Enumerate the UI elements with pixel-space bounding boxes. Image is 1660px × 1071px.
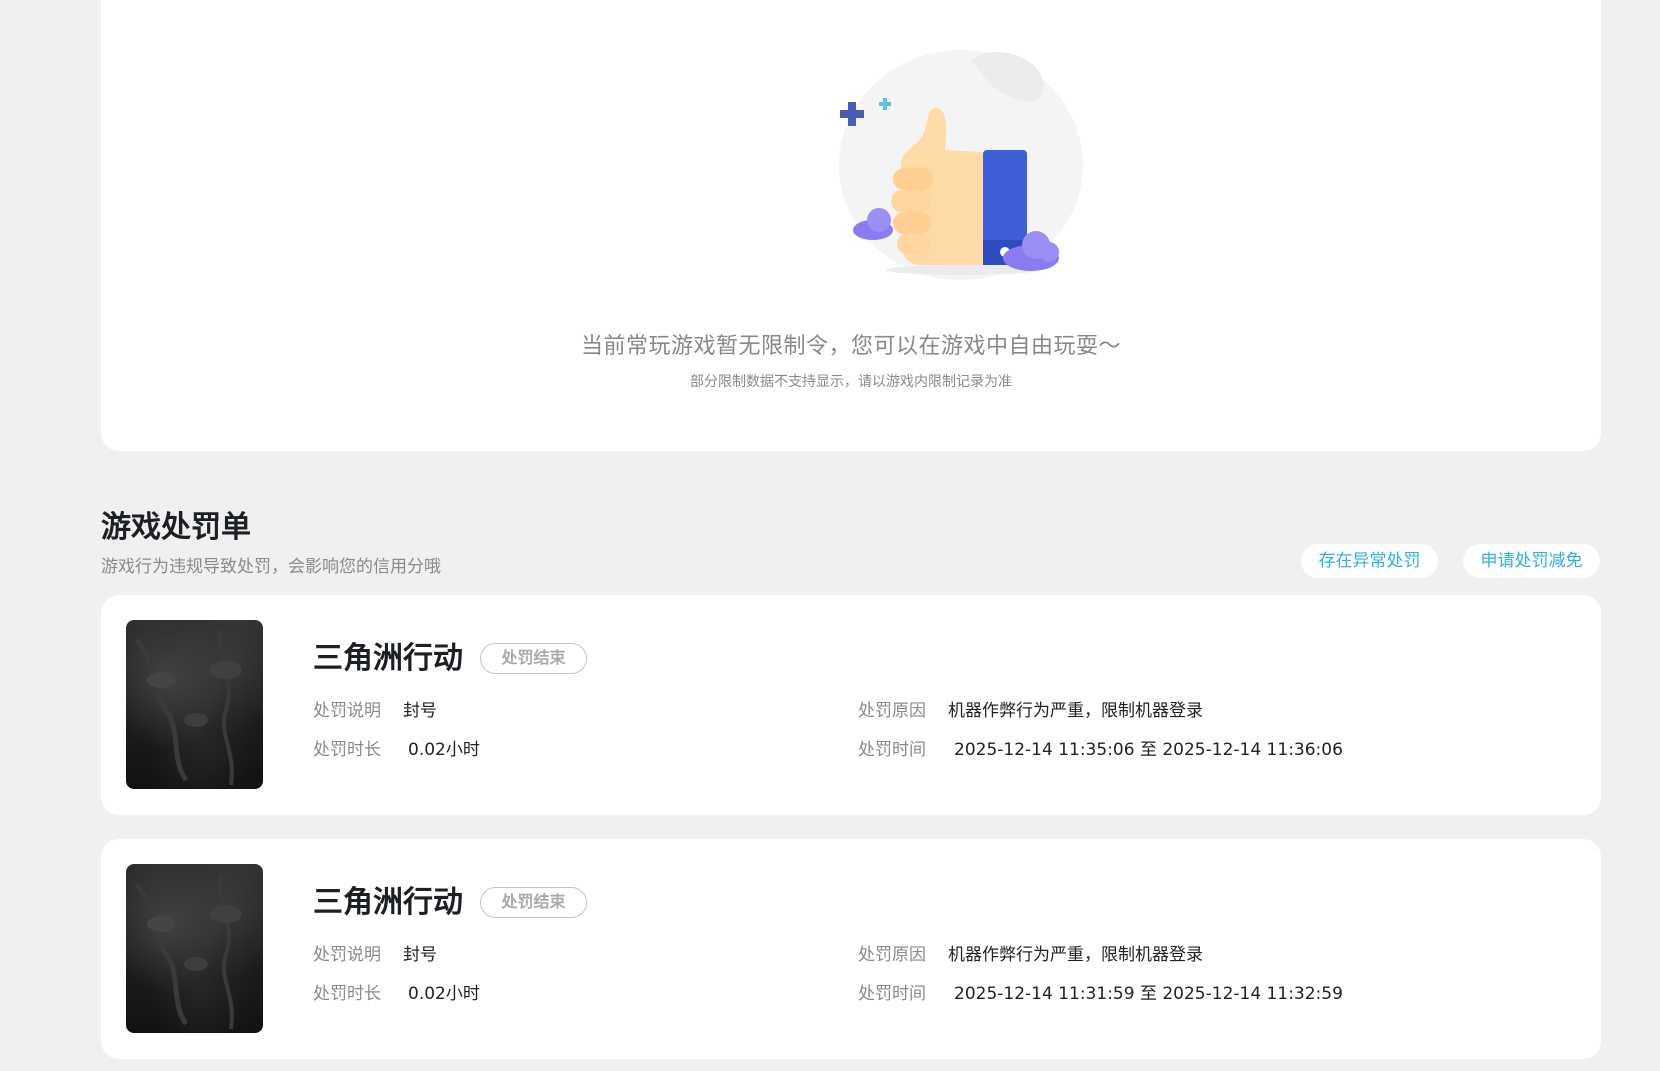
penalty-card[interactable]: 三角洲行动 处罚结束 处罚说明 封号 处罚时长 0.02小时 处罚原因 机器作弊… (101, 595, 1601, 815)
section-description: 游戏行为违规导致处罚，会影响您的信用分哦 (101, 557, 441, 577)
penalty-desc-value: 封号 (403, 701, 437, 721)
status-badge: 处罚结束 (480, 643, 587, 674)
restriction-status-card: 当前常玩游戏暂无限制令，您可以在游戏中自由玩耍～ 部分限制数据不支持显示，请以游… (101, 0, 1601, 451)
thumbs-up-icon (839, 50, 1083, 280)
status-subtitle: 部分限制数据不支持显示，请以游戏内限制记录为准 (690, 374, 1012, 390)
penalty-time-value: 2025-12-14 11:35:06 至 2025-12-14 11:36:0… (954, 740, 1343, 760)
penalty-duration-label: 处罚时长 (313, 740, 381, 760)
game-name: 三角洲行动 (313, 641, 463, 676)
penalty-reason-value: 机器作弊行为严重，限制机器登录 (948, 945, 1203, 965)
penalty-reason-label: 处罚原因 (858, 701, 926, 721)
penalty-time-label: 处罚时间 (858, 984, 926, 1004)
status-title: 当前常玩游戏暂无限制令，您可以在游戏中自由玩耍～ (580, 334, 1121, 359)
penalty-duration-label: 处罚时长 (313, 984, 381, 1004)
penalty-reason-label: 处罚原因 (858, 945, 926, 965)
page: 当前常玩游戏暂无限制令，您可以在游戏中自由玩耍～ 部分限制数据不支持显示，请以游… (0, 0, 1660, 1071)
penalty-duration-value: 0.02小时 (408, 740, 480, 760)
game-name: 三角洲行动 (313, 885, 463, 920)
penalty-duration-value: 0.02小时 (408, 984, 480, 1004)
penalty-card[interactable]: 三角洲行动 处罚结束 处罚说明 封号 处罚时长 0.02小时 处罚原因 机器作弊… (101, 839, 1601, 1059)
penalty-time-value: 2025-12-14 11:31:59 至 2025-12-14 11:32:5… (954, 984, 1343, 1004)
status-badge: 处罚结束 (480, 887, 587, 918)
penalty-reason-value: 机器作弊行为严重，限制机器登录 (948, 701, 1203, 721)
appeal-penalty-button[interactable]: 申请处罚减免 (1463, 544, 1600, 578)
penalty-time-label: 处罚时间 (858, 740, 926, 760)
section-title: 游戏处罚单 (101, 510, 251, 545)
game-thumbnail (126, 864, 263, 1033)
abnormal-penalty-button[interactable]: 存在异常处罚 (1301, 544, 1438, 578)
penalty-desc-label: 处罚说明 (313, 701, 381, 721)
penalty-desc-label: 处罚说明 (313, 945, 381, 965)
penalty-desc-value: 封号 (403, 945, 437, 965)
game-thumbnail (126, 620, 263, 789)
